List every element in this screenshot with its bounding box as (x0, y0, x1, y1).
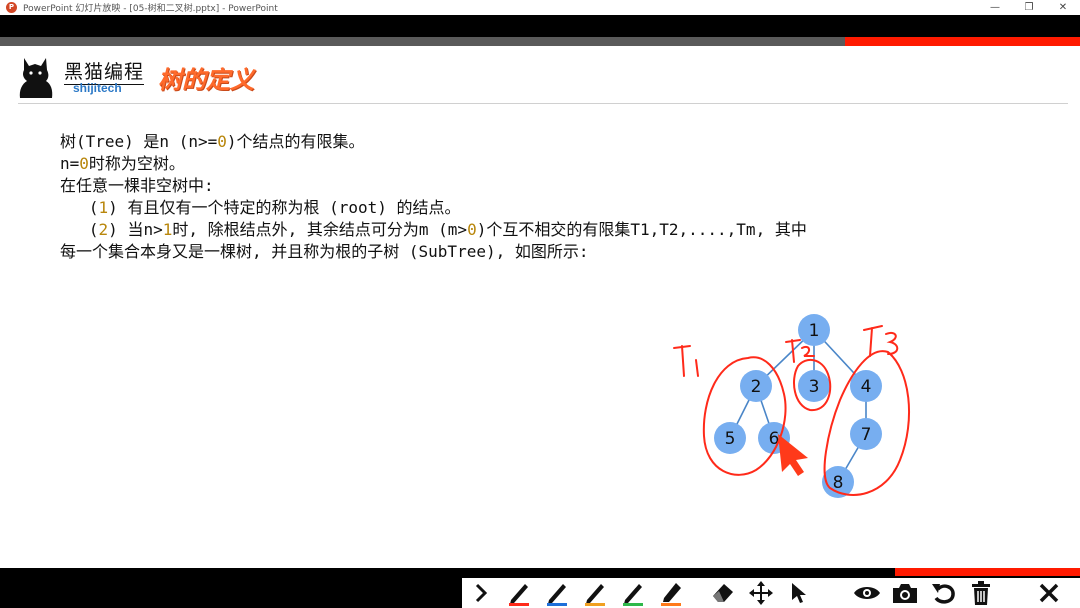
undo-icon[interactable] (924, 578, 962, 608)
powerpoint-icon: P (6, 2, 17, 13)
trash-icon[interactable] (962, 578, 1000, 608)
pointer-icon[interactable] (780, 578, 818, 608)
laser-pointer-icon (778, 434, 808, 476)
number-text: 0 (217, 132, 227, 151)
tree-node-label-7: 7 (861, 425, 872, 445)
orange-pen-icon[interactable] (576, 578, 614, 608)
eraser-icon[interactable] (704, 578, 742, 608)
header-divider (18, 103, 1068, 104)
body-line-3: 在任意一棵非空树中: (60, 175, 1020, 197)
chevron-right-icon[interactable] (462, 578, 500, 608)
body-text-segment: ) 有且仅有一个特定的称为根 (root) 的结点。 (108, 198, 461, 217)
tree-node-label-1: 1 (809, 321, 820, 341)
green-pen-icon[interactable] (614, 578, 652, 608)
number-text: 0 (467, 220, 477, 239)
tree-node-label-4: 4 (861, 377, 872, 397)
tree-node-label-3: 3 (809, 377, 820, 397)
window-title: PowerPoint 幻灯片放映 - [05-树和二叉树.pptx] - Pow… (23, 4, 278, 14)
body-line-2: n=0时称为空树。 (60, 153, 1020, 175)
close-icon[interactable] (1030, 578, 1068, 608)
number-text: 2 (98, 220, 109, 239)
body-text-segment: ( (60, 220, 99, 239)
slide-body-text: 树(Tree) 是n (n>=0)个结点的有限集。 n=0时称为空树。 在任意一棵非… (60, 131, 1020, 263)
window-controls: — ❐ ✕ (978, 0, 1080, 15)
body-text-segment: 在任意一棵非空树中: (60, 176, 214, 195)
body-text-segment: n= (60, 154, 80, 173)
body-line-6: 每一个集合本身又是一棵树, 并且称为根的子树 (SubTree), 如图所示: (60, 241, 1020, 263)
number-text: 0 (79, 154, 89, 173)
body-text-segment: ) 当n> (108, 220, 163, 239)
blue-pen-icon[interactable] (538, 578, 576, 608)
tree-node-label-2: 2 (751, 377, 762, 397)
body-line-5: (2) 当n>1时, 除根结点外, 其余结点可分为m (m>0)个互不相交的有限… (60, 219, 1020, 241)
move-icon[interactable] (742, 578, 780, 608)
eye-icon[interactable] (848, 578, 886, 608)
ink-label-t1 (673, 345, 699, 377)
number-text: 1 (98, 198, 109, 217)
body-text-segment: ( (60, 198, 99, 217)
body-text-segment: )个互不相交的有限集T1,T2,....,Tm, 其中 (476, 220, 807, 239)
bottom-red-band (895, 568, 1080, 576)
top-red-band (845, 37, 1080, 46)
body-text-segment: 时称为空树。 (88, 154, 185, 173)
black-cat-logo-icon (19, 58, 53, 98)
body-line-4: (1) 有且仅有一个特定的称为根 (root) 的结点。 (60, 197, 1020, 219)
camera-icon[interactable] (886, 578, 924, 608)
tree-node-label-6: 6 (769, 429, 780, 449)
orange-highlighter-icon[interactable] (652, 578, 690, 608)
window-title-bar: P PowerPoint 幻灯片放映 - [05-树和二叉树.pptx] - P… (0, 0, 1080, 15)
body-text-segment: 树(Tree) 是n (n>= (60, 132, 218, 151)
number-text: 1 (162, 220, 173, 239)
brand-subtitle: shijitech (73, 81, 122, 95)
presentation-toolbar (462, 578, 1080, 608)
minimize-button[interactable]: — (978, 0, 1012, 15)
tree-node-label-5: 5 (725, 429, 736, 449)
slide-title: 树的定义 (158, 66, 254, 94)
tree-diagram: 12 3 45 6 78 (673, 314, 910, 498)
restore-button[interactable]: ❐ (1012, 0, 1046, 15)
body-text-segment: )个结点的有限集。 (226, 132, 365, 151)
top-black-band (0, 15, 1080, 37)
body-text-segment: 时, 除根结点外, 其余结点可分为m (m> (172, 220, 468, 239)
red-pen-icon[interactable] (500, 578, 538, 608)
body-text-segment: 每一个集合本身又是一棵树, 并且称为根的子树 (SubTree), 如图所示: (60, 242, 589, 261)
body-line-1: 树(Tree) 是n (n>=0)个结点的有限集。 (60, 131, 1020, 153)
close-window-button[interactable]: ✕ (1046, 0, 1080, 15)
